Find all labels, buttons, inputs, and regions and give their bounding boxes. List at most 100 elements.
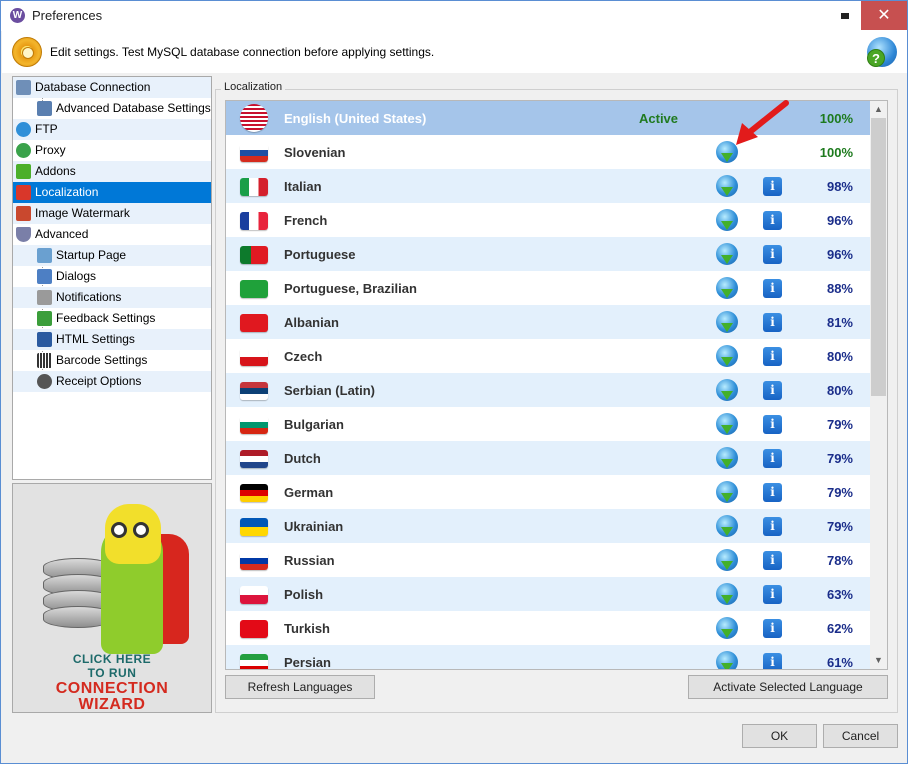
info-icon[interactable]: i <box>763 347 782 366</box>
language-row[interactable]: Polish i 63% <box>226 577 871 611</box>
language-name: Portuguese <box>284 247 356 262</box>
download-globe-icon[interactable] <box>716 277 738 299</box>
info-icon[interactable]: i <box>763 653 782 669</box>
language-row[interactable]: Bulgarian i 79% <box>226 407 871 441</box>
sidebar-item-database-connection[interactable]: Database Connection <box>13 77 211 98</box>
language-row[interactable]: Russian i 78% <box>226 543 871 577</box>
scrollbar-thumb[interactable] <box>871 118 886 396</box>
language-row[interactable]: Serbian (Latin) i 80% <box>226 373 871 407</box>
language-row[interactable]: Dutch i 79% <box>226 441 871 475</box>
info-icon[interactable]: i <box>763 313 782 332</box>
germany-flag-icon <box>240 484 268 502</box>
translation-percent: 78% <box>826 553 853 568</box>
italy-flag-icon <box>240 178 268 196</box>
sidebar-item-proxy[interactable]: Proxy <box>13 140 211 161</box>
app-logo-icon: W <box>10 8 25 23</box>
sidebar-item-ftp[interactable]: FTP <box>13 119 211 140</box>
download-globe-icon[interactable] <box>716 583 738 605</box>
download-globe-icon[interactable] <box>716 311 738 333</box>
info-icon[interactable]: i <box>763 415 782 434</box>
info-icon[interactable]: i <box>763 245 782 264</box>
translation-percent: 79% <box>826 451 853 466</box>
language-row[interactable]: Italian i 98% <box>226 169 871 203</box>
info-icon[interactable]: i <box>763 585 782 604</box>
language-row[interactable]: Ukrainian i 79% <box>226 509 871 543</box>
download-globe-icon[interactable] <box>716 447 738 469</box>
sidebar-item-addons[interactable]: Addons <box>13 161 211 182</box>
sidebar-item-label: Localization <box>35 185 99 199</box>
download-globe-icon[interactable] <box>716 413 738 435</box>
sidebar-item-image-watermark[interactable]: Image Watermark <box>13 203 211 224</box>
language-row[interactable]: Persian i 61% <box>226 645 871 669</box>
france-flag-icon <box>240 212 268 230</box>
language-row[interactable]: Portuguese i 96% <box>226 237 871 271</box>
translation-percent: 100% <box>819 111 853 126</box>
scroll-down-arrow-icon[interactable]: ▼ <box>870 652 887 669</box>
sidebar-item-label: Startup Page <box>56 248 127 262</box>
connection-wizard-banner[interactable]: CLICK HERE TO RUN CONNECTION WIZARD <box>12 483 212 713</box>
download-globe-icon[interactable] <box>716 175 738 197</box>
activate-selected-language-button[interactable]: Activate Selected Language <box>688 675 888 699</box>
language-name: Bulgarian <box>284 417 344 432</box>
info-bar: Edit settings. Test MySQL database conne… <box>2 31 907 73</box>
translation-percent: 80% <box>826 383 853 398</box>
czech-flag-icon <box>240 348 268 366</box>
download-globe-icon[interactable] <box>716 515 738 537</box>
language-row[interactable]: French i 96% <box>226 203 871 237</box>
cancel-button[interactable]: Cancel <box>823 724 898 748</box>
sidebar-item-feedback-settings[interactable]: Feedback Settings <box>13 308 211 329</box>
language-row[interactable]: Turkish i 62% <box>226 611 871 645</box>
russia-flag-icon <box>240 552 268 570</box>
language-name: Slovenian <box>284 145 346 160</box>
info-icon[interactable]: i <box>763 449 782 468</box>
sidebar-item-dialogs[interactable]: Dialogs <box>13 266 211 287</box>
info-icon[interactable]: i <box>763 517 782 536</box>
download-globe-icon[interactable] <box>716 243 738 265</box>
info-icon[interactable]: i <box>763 483 782 502</box>
download-globe-icon[interactable] <box>716 379 738 401</box>
settings-gear-icon <box>12 37 42 67</box>
download-globe-icon[interactable] <box>716 481 738 503</box>
info-icon[interactable]: i <box>763 279 782 298</box>
info-icon[interactable]: i <box>763 211 782 230</box>
download-globe-icon[interactable] <box>716 549 738 571</box>
language-row[interactable]: Albanian i 81% <box>226 305 871 339</box>
download-globe-icon[interactable] <box>716 651 738 669</box>
translation-percent: 100% <box>819 145 853 160</box>
language-row[interactable]: Portuguese, Brazilian i 88% <box>226 271 871 305</box>
help-icon[interactable]: ? <box>867 37 897 67</box>
refresh-languages-button[interactable]: Refresh Languages <box>225 675 375 699</box>
close-button[interactable]: ✕ <box>861 1 907 30</box>
language-list[interactable]: English (United States) Active 100% Sloveni… <box>225 100 888 670</box>
scroll-up-arrow-icon[interactable]: ▲ <box>870 101 887 118</box>
ok-button[interactable]: OK <box>742 724 817 748</box>
sidebar-item-advanced-database-settings[interactable]: Advanced Database Settings <box>13 98 211 119</box>
sidebar-item-localization[interactable]: Localization <box>13 182 211 203</box>
info-icon[interactable]: i <box>763 551 782 570</box>
sidebar-item-receipt-options[interactable]: Receipt Options <box>13 371 211 392</box>
language-row[interactable]: German i 79% <box>226 475 871 509</box>
translation-percent: 96% <box>826 213 853 228</box>
info-icon[interactable]: i <box>763 381 782 400</box>
sidebar-item-label: Database Connection <box>35 80 151 94</box>
sidebar-item-notifications[interactable]: Notifications <box>13 287 211 308</box>
download-globe-icon[interactable] <box>716 209 738 231</box>
language-name: English (United States) <box>284 111 427 126</box>
settings-sidebar: Database Connection Advanced Database Se… <box>12 76 212 480</box>
sidebar-item-advanced[interactable]: Advanced <box>13 224 211 245</box>
sidebar-item-barcode-settings[interactable]: Barcode Settings <box>13 350 211 371</box>
sidebar-item-label: Dialogs <box>56 269 97 283</box>
minimize-button[interactable] <box>837 7 855 25</box>
sidebar-item-startup-page[interactable]: Startup Page <box>13 245 211 266</box>
language-name: Turkish <box>284 621 330 636</box>
info-icon[interactable]: i <box>763 177 782 196</box>
language-row[interactable]: Czech i 80% <box>226 339 871 373</box>
language-name: French <box>284 213 328 228</box>
sidebar-item-label: Image Watermark <box>35 206 130 220</box>
vertical-scrollbar[interactable]: ▲ ▼ <box>870 101 887 669</box>
language-name: Czech <box>284 349 323 364</box>
download-globe-icon[interactable] <box>716 345 738 367</box>
download-globe-icon[interactable] <box>716 617 738 639</box>
info-icon[interactable]: i <box>763 619 782 638</box>
sidebar-item-html-settings[interactable]: HTML Settings <box>13 329 211 350</box>
